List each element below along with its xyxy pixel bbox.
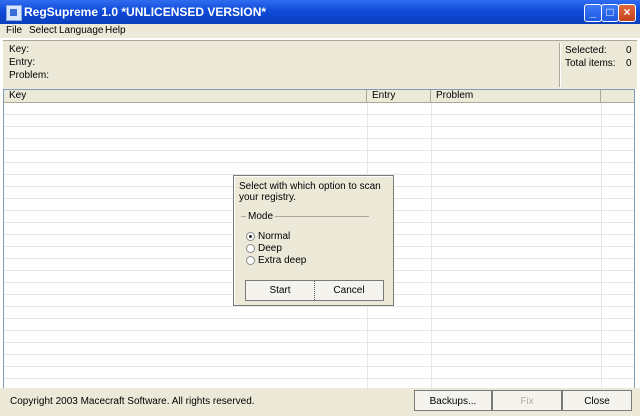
total-items-count: 0 bbox=[626, 58, 632, 69]
start-button[interactable]: Start bbox=[246, 281, 315, 300]
menu-select[interactable]: Select bbox=[29, 25, 57, 36]
status-bar: Copyright 2003 Macecraft Software. All r… bbox=[0, 388, 640, 416]
copyright-text: Copyright 2003 Macecraft Software. All r… bbox=[10, 396, 255, 407]
dialog-message: Select with which option to scan your re… bbox=[239, 181, 381, 203]
radio-selected-icon bbox=[246, 232, 255, 241]
selected-label: Selected: bbox=[565, 45, 607, 56]
close-button[interactable]: Close bbox=[562, 390, 632, 411]
column-entry[interactable]: Entry bbox=[367, 90, 431, 102]
selected-count: 0 bbox=[626, 45, 632, 56]
radio-unselected-icon bbox=[246, 256, 255, 265]
entry-label: Entry: bbox=[9, 57, 36, 68]
radio-label: Deep bbox=[258, 243, 282, 254]
info-divider bbox=[559, 43, 561, 87]
minimize-button[interactable]: _ bbox=[584, 4, 602, 22]
column-divider bbox=[431, 103, 432, 388]
close-window-button[interactable]: × bbox=[618, 4, 636, 22]
column-divider bbox=[601, 103, 602, 388]
info-panel: Key: Entry: Problem: Selected: 0 Total i… bbox=[3, 40, 637, 90]
app-icon bbox=[6, 5, 22, 21]
key-label: Key: bbox=[9, 44, 30, 55]
fix-button[interactable]: Fix bbox=[492, 390, 562, 411]
menu-language[interactable]: Language bbox=[59, 25, 104, 36]
column-problem[interactable]: Problem bbox=[431, 90, 601, 102]
column-key[interactable]: Key bbox=[4, 90, 367, 102]
dialog-button-strip: Start Cancel bbox=[245, 280, 384, 301]
title-bar: RegSupreme 1.0 *UNLICENSED VERSION* _ □ … bbox=[0, 0, 640, 24]
problem-label: Problem: bbox=[9, 70, 50, 81]
backups-button[interactable]: Backups... bbox=[414, 390, 492, 411]
maximize-button[interactable]: □ bbox=[601, 4, 619, 22]
radio-label: Normal bbox=[258, 231, 291, 242]
radio-label: Extra deep bbox=[258, 255, 307, 266]
table-header: Key Entry Problem bbox=[4, 90, 634, 103]
total-items-label: Total items: bbox=[565, 58, 616, 69]
scan-mode-dialog: Select with which option to scan your re… bbox=[233, 175, 394, 306]
window-title: RegSupreme 1.0 *UNLICENSED VERSION* bbox=[24, 5, 267, 19]
menu-bar: File Select Language Help bbox=[0, 24, 640, 38]
cancel-button[interactable]: Cancel bbox=[315, 281, 383, 300]
menu-file[interactable]: File bbox=[6, 25, 22, 36]
radio-unselected-icon bbox=[246, 244, 255, 253]
menu-help[interactable]: Help bbox=[105, 25, 126, 36]
mode-group-label: Mode bbox=[246, 211, 276, 222]
